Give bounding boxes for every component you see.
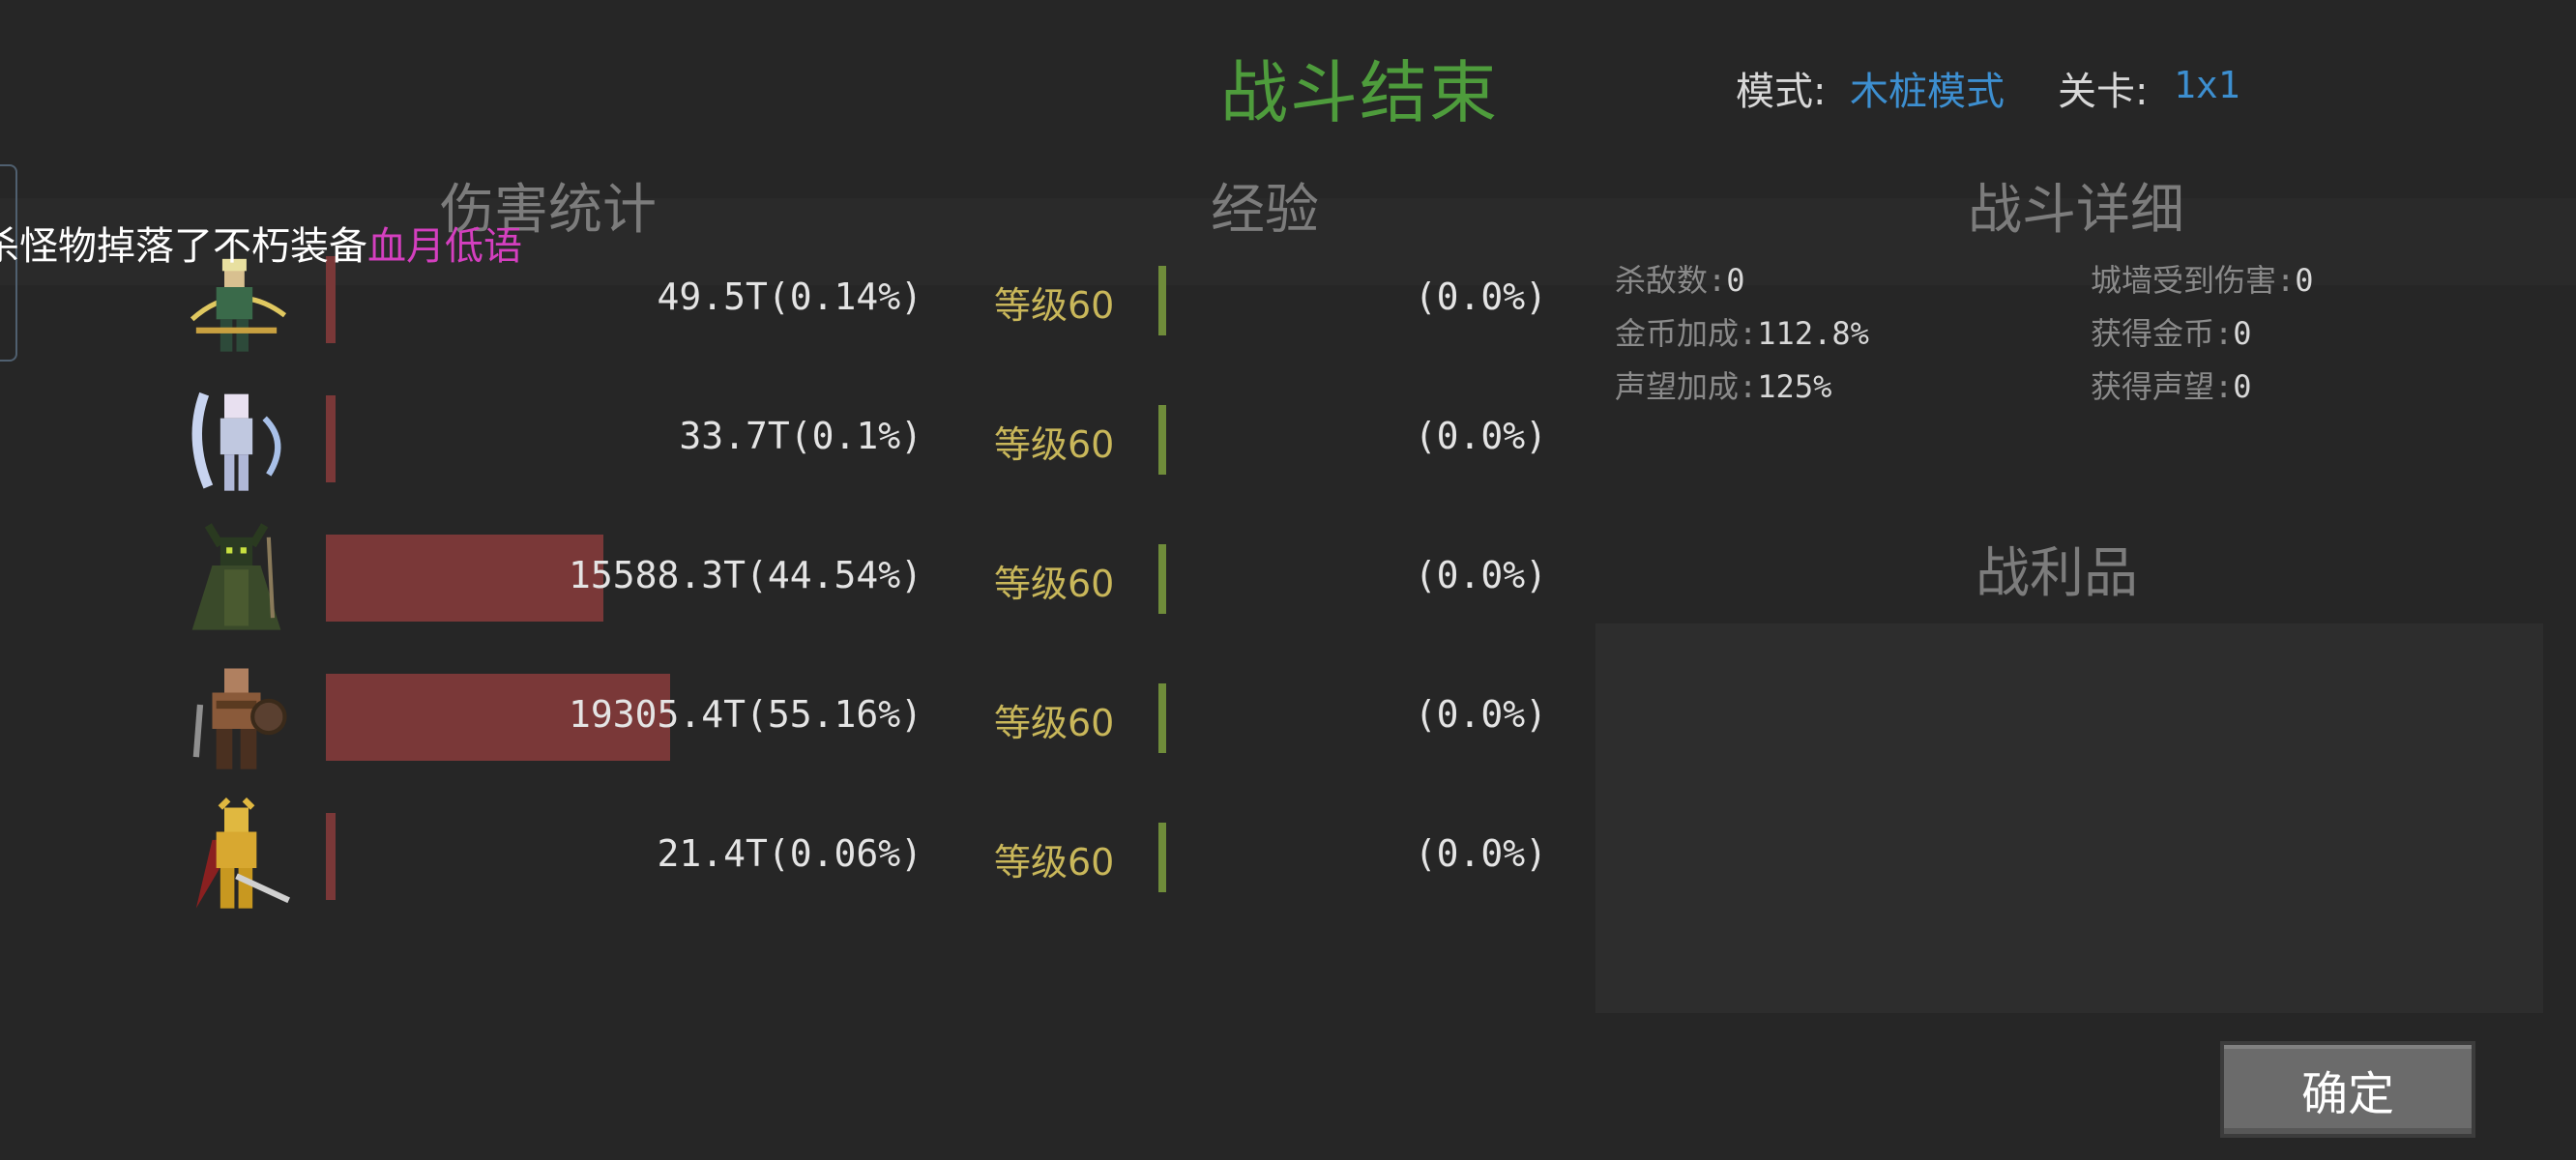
mode-value: 木桩模式	[1850, 70, 2005, 114]
drop-notification: 杀怪物掉落了不朽装备血月低语	[0, 215, 522, 271]
exp-value: (0.0%)	[1414, 693, 1547, 736]
dark-druid-hero-icon	[191, 523, 281, 630]
exp-value: (0.0%)	[1414, 832, 1547, 875]
ice-mage-hero-icon	[191, 392, 281, 491]
loot-panel	[1595, 624, 2543, 1013]
hero-row: 19305.4T(55.16%) 等级60 (0.0%)	[0, 664, 1586, 770]
exp-bar	[1158, 405, 1166, 475]
damage-bar	[326, 395, 336, 482]
damage-value: 49.5T(0.14%)	[657, 276, 922, 318]
exp-bar	[1158, 544, 1166, 614]
damage-value: 21.4T(0.06%)	[657, 832, 922, 875]
battle-detail-heading: 战斗详细	[1968, 179, 2184, 242]
wall-damage-stat: 城墙受到伤害:0	[2091, 256, 2314, 301]
drop-notification-text: 杀怪物掉落了不朽装备	[0, 224, 367, 269]
hero-level: 等级60	[994, 563, 1115, 605]
loot-heading: 战利品	[1976, 542, 2138, 605]
confirm-button[interactable]: 确定	[2220, 1041, 2475, 1138]
exp-value: (0.0%)	[1414, 554, 1547, 596]
damage-bar	[326, 535, 604, 622]
wall-damage-value: 0	[2295, 262, 2314, 299]
paladin-hero-icon	[195, 797, 290, 909]
gold-bonus-value: 112.8%	[1757, 315, 1869, 352]
mode-label: 模式:	[1736, 70, 1827, 114]
exp-bar	[1158, 823, 1166, 892]
drop-item-name: 血月低语	[367, 224, 522, 269]
hero-level: 等级60	[994, 284, 1115, 327]
kills-stat: 杀敌数:0	[1615, 256, 1745, 301]
stage-label: 关卡:	[2058, 70, 2149, 114]
damage-value: 33.7T(0.1%)	[679, 415, 922, 457]
gold-gained-value: 0	[2233, 315, 2252, 352]
hero-row: 21.4T(0.06%) 等级60 (0.0%)	[0, 797, 1586, 910]
gold-bonus-label: 金币加成:	[1615, 315, 1758, 352]
fame-gained-stat: 获得声望:0	[2091, 362, 2252, 407]
stage-value: 1x1	[2174, 64, 2240, 106]
gold-gained-stat: 获得金币:0	[2091, 309, 2252, 354]
hero-level: 等级60	[994, 423, 1115, 466]
hero-row: 33.7T(0.1%) 等级60 (0.0%)	[0, 386, 1586, 492]
exp-value: (0.0%)	[1414, 415, 1547, 457]
hero-level: 等级60	[994, 841, 1115, 884]
barbarian-hero-icon	[192, 668, 287, 769]
gold-bonus-stat: 金币加成:112.8%	[1615, 309, 1869, 354]
page-title: 战斗结束	[1220, 53, 1499, 132]
fame-gained-value: 0	[2233, 368, 2252, 405]
damage-value: 15588.3T(44.54%)	[568, 554, 922, 596]
fame-bonus-value: 125%	[1757, 368, 1832, 405]
fame-bonus-label: 声望加成:	[1615, 368, 1758, 405]
experience-heading: 经验	[1211, 179, 1319, 242]
damage-bar	[326, 813, 336, 900]
kills-label: 杀敌数:	[1615, 262, 1727, 299]
wall-damage-label: 城墙受到伤害:	[2091, 262, 2296, 299]
exp-bar	[1158, 683, 1166, 753]
exp-bar	[1158, 266, 1166, 335]
hero-row: 15588.3T(44.54%) 等级60 (0.0%)	[0, 523, 1586, 631]
kills-value: 0	[1726, 262, 1745, 299]
hero-level: 等级60	[994, 702, 1115, 744]
gold-gained-label: 获得金币:	[2091, 315, 2234, 352]
damage-value: 19305.4T(55.16%)	[568, 693, 922, 736]
fame-gained-label: 获得声望:	[2091, 368, 2234, 405]
fame-bonus-stat: 声望加成:125%	[1615, 362, 1831, 407]
exp-value: (0.0%)	[1414, 276, 1547, 318]
